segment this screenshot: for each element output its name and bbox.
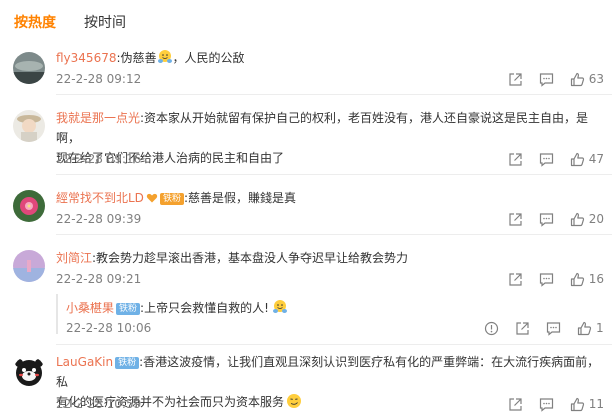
comment-time: 22-2-28 09:21	[56, 272, 142, 286]
smirk-emoji	[286, 393, 302, 409]
reply-indent-bar	[56, 294, 58, 334]
share-button[interactable]	[508, 272, 523, 287]
reply-button[interactable]	[539, 212, 554, 227]
thumbs-up-icon	[570, 272, 585, 287]
like-count: 16	[588, 272, 604, 286]
comment-icon	[539, 397, 554, 412]
divider	[56, 344, 612, 345]
username[interactable]: 小桑椹果	[66, 301, 114, 315]
fans-badge: 铁粉	[115, 357, 140, 369]
share-icon	[508, 152, 523, 167]
reply-button[interactable]	[539, 152, 554, 167]
comment-body: :教会势力趁早滚出香港，基本盘没人争夺迟早让给教会势力	[92, 251, 409, 265]
like-count: 47	[588, 152, 604, 166]
share-button[interactable]	[515, 321, 530, 336]
comment-time: 22-2-28 09:16	[56, 152, 142, 166]
fans-badge: 铁粉	[116, 303, 141, 315]
thumbs-up-icon	[570, 212, 585, 227]
comment-icon	[546, 321, 561, 336]
fans-badge: 铁粉	[159, 193, 184, 205]
like-button[interactable]: 20	[570, 212, 604, 227]
comment-text: 經常找不到北LD 铁粉:慈善是假，賺錢是真	[56, 188, 604, 210]
avatar[interactable]	[13, 250, 45, 282]
comment-icon	[539, 72, 554, 87]
report-icon	[484, 321, 499, 336]
comment-actions: 20	[492, 211, 604, 227]
comment-text: 刘简江:教会势力趁早滚出香港，基本盘没人争夺迟早让给教会势力	[56, 248, 604, 268]
share-icon	[515, 321, 530, 336]
like-button[interactable]: 63	[570, 72, 604, 87]
share-icon	[508, 72, 523, 87]
share-icon	[508, 212, 523, 227]
report-button[interactable]	[484, 321, 499, 336]
comment-time: 22-2-28 09:39	[56, 212, 142, 226]
comment-actions: 11	[492, 396, 604, 412]
reply-button[interactable]	[539, 397, 554, 412]
comment-icon	[539, 272, 554, 287]
reply-time: 22-2-28 10:06	[66, 321, 152, 335]
comment-body: :伪慈善	[116, 51, 157, 65]
avatar[interactable]	[13, 110, 45, 142]
comment-time: 22-2-28 10:59	[56, 397, 142, 411]
divider	[56, 94, 612, 95]
thumbs-up-icon	[570, 72, 585, 87]
username[interactable]: 刘简江	[56, 251, 92, 265]
share-button[interactable]	[508, 397, 523, 412]
comment-time: 22-2-28 09:12	[56, 72, 142, 86]
comment-actions: 47	[492, 151, 604, 167]
share-button[interactable]	[508, 212, 523, 227]
avatar[interactable]	[13, 52, 45, 84]
like-button[interactable]: 11	[570, 397, 604, 412]
like-button[interactable]: 1	[577, 321, 604, 336]
like-count: 63	[588, 72, 604, 86]
hug-emoji	[272, 299, 288, 315]
thumbs-up-icon	[570, 152, 585, 167]
like-count: 11	[588, 397, 604, 411]
reply-button[interactable]	[546, 321, 561, 336]
heart-badge-icon	[146, 190, 158, 210]
hug-emoji	[157, 49, 173, 65]
thumbs-up-icon	[570, 397, 585, 412]
comment-actions: 16	[492, 271, 604, 287]
comment-actions: 63	[492, 71, 604, 87]
like-count: 1	[596, 321, 604, 335]
tab-by-hotness[interactable]: 按热度	[14, 13, 56, 35]
share-button[interactable]	[508, 152, 523, 167]
username[interactable]: fly345678	[56, 51, 116, 65]
avatar[interactable]	[13, 356, 45, 388]
divider	[56, 174, 612, 175]
comment-body-tail: ，人民的公敌	[172, 51, 245, 65]
reply-button[interactable]	[539, 272, 554, 287]
like-count: 20	[588, 212, 604, 226]
like-button[interactable]: 16	[570, 272, 604, 287]
reply-button[interactable]	[539, 72, 554, 87]
username[interactable]: 經常找不到北LD	[56, 191, 144, 205]
reply-actions: 1	[468, 320, 604, 336]
reply-body: :上帝只会救懂自救的人!	[140, 301, 269, 315]
avatar[interactable]	[13, 190, 45, 222]
divider	[56, 234, 612, 235]
share-icon	[508, 397, 523, 412]
thumbs-up-icon	[577, 321, 592, 336]
share-button[interactable]	[508, 72, 523, 87]
like-button[interactable]: 47	[570, 152, 604, 167]
username[interactable]: LauGaKin	[56, 355, 113, 369]
comment-icon	[539, 212, 554, 227]
reply-text: 小桑椹果 铁粉:上帝只会救懂自救的人!	[66, 298, 288, 318]
comment-text: fly345678:伪慈善 ，人民的公敌	[56, 48, 604, 68]
tab-by-time[interactable]: 按时间	[84, 13, 126, 35]
comment-body: :慈善是假，賺錢是真	[183, 191, 296, 205]
username[interactable]: 我就是那一点光	[56, 111, 140, 125]
comment-icon	[539, 152, 554, 167]
share-icon	[508, 272, 523, 287]
sort-tabs: 按热度 按时间	[14, 13, 154, 35]
